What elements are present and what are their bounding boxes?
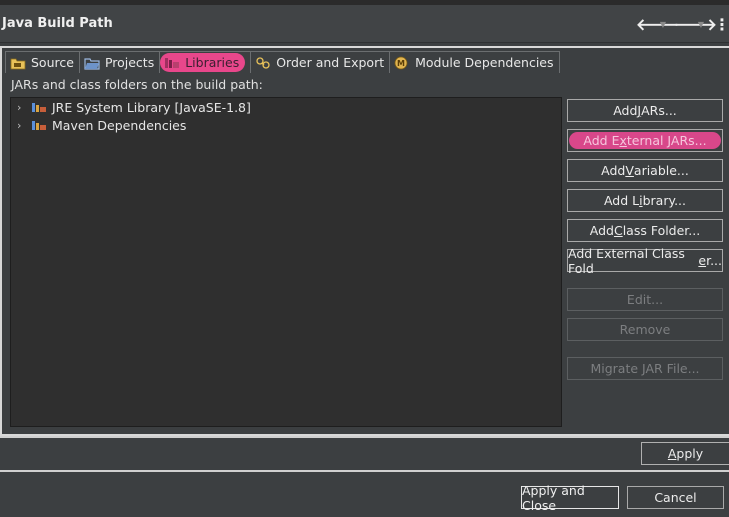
tab-projects[interactable]: Projects: [78, 51, 161, 73]
divider: [0, 436, 729, 438]
tree-item-label: Maven Dependencies: [52, 117, 187, 133]
chevron-down-icon[interactable]: ▼: [694, 20, 708, 29]
add-class-folder-button[interactable]: Add Class Folder...: [567, 219, 723, 242]
button-label: r...: [706, 253, 722, 268]
button-label: Add: [601, 163, 626, 178]
module-icon: M: [394, 56, 410, 70]
back-menu-caret[interactable]: ▼: [656, 13, 670, 35]
chevron-right-icon[interactable]: ›: [17, 101, 31, 114]
tab-label: Module Dependencies: [415, 55, 554, 70]
dialog-footer: [0, 472, 729, 517]
back-arrow-icon[interactable]: 🡐: [636, 14, 679, 34]
order-export-icon: [255, 56, 271, 70]
chevron-right-icon[interactable]: ›: [17, 119, 31, 132]
add-external-jars-button[interactable]: Add External JARs...: [567, 129, 723, 152]
button-highlight: Add External JARs...: [569, 132, 721, 149]
build-path-panel: Source Projects Libraries Order and Expo…: [0, 46, 729, 436]
tab-module-dependencies[interactable]: M Module Dependencies: [389, 51, 560, 73]
remove-button: Remove: [567, 318, 723, 341]
tree-item-label: JRE System Library [JavaSE-1.8]: [52, 99, 251, 115]
source-folder-icon: [10, 56, 26, 70]
apply-and-close-button[interactable]: Apply and Close: [521, 483, 619, 513]
button-label: ternal JARs...: [626, 133, 707, 148]
button-label: ariable...: [633, 163, 689, 178]
mnemonic: A: [667, 446, 677, 461]
tab-label: Libraries: [185, 55, 240, 70]
tree-item-jre-system-library[interactable]: › JRE System Library [JavaSE-1.8]: [17, 98, 251, 116]
button-label: Add: [613, 103, 638, 118]
more-options-icon[interactable]: ⋮: [714, 15, 729, 34]
tab-order-and-export[interactable]: Order and Export: [250, 51, 391, 73]
add-external-class-folder-button[interactable]: Add External Class Fold e r...: [567, 246, 723, 276]
build-path-tree[interactable]: › JRE System Library [JavaSE-1.8] › Mave…: [10, 97, 562, 427]
library-icon: [31, 100, 47, 114]
svg-text:M: M: [397, 59, 405, 68]
tab-source[interactable]: Source: [5, 51, 80, 73]
button-label: ARs...: [641, 103, 677, 118]
mnemonic: V: [625, 163, 634, 178]
build-path-description: JARs and class folders on the build path…: [11, 77, 263, 92]
nav-back-group[interactable]: 🡐: [636, 13, 679, 35]
library-icon: [31, 118, 47, 132]
active-tab-highlight: Libraries: [160, 53, 246, 72]
button-label: Add: [589, 223, 614, 238]
migrate-jar-file-button: Migrate JAR File...: [567, 357, 723, 380]
button-label: lass Folder...: [622, 223, 701, 238]
projects-folder-icon: [84, 56, 100, 70]
mnemonic: C: [613, 223, 623, 238]
nav-forward-group[interactable]: 🡒: [674, 13, 717, 35]
apply-button[interactable]: Apply: [641, 442, 729, 465]
forward-menu-caret[interactable]: ▼: [694, 13, 708, 35]
title-bar: Java Build Path 🡐 ▼ 🡒 ▼ ⋮: [0, 5, 729, 43]
button-label: Add E: [583, 133, 620, 148]
tab-bar: Source Projects Libraries Order and Expo…: [5, 51, 560, 73]
add-variable-button[interactable]: Add Variable...: [567, 159, 723, 182]
view-menu-button[interactable]: ⋮: [714, 13, 729, 35]
add-library-button[interactable]: Add Li brary...: [567, 189, 723, 212]
button-label: Add L: [603, 193, 640, 208]
tree-item-maven-dependencies[interactable]: › Maven Dependencies: [17, 116, 186, 134]
button-label: pply: [676, 446, 704, 461]
button-label: brary...: [642, 193, 687, 208]
tab-label: Projects: [104, 55, 155, 70]
tab-label: Source: [31, 55, 74, 70]
tab-libraries[interactable]: Libraries: [159, 51, 252, 73]
libraries-icon: [164, 56, 180, 70]
tab-label: Order and Export: [276, 55, 385, 70]
mnemonic: e: [698, 253, 707, 268]
chevron-down-icon[interactable]: ▼: [656, 20, 670, 29]
forward-arrow-icon[interactable]: 🡒: [674, 14, 717, 34]
cancel-button[interactable]: Cancel: [627, 486, 724, 509]
edit-button: Edit...: [567, 288, 723, 311]
button-label: Add External Class Fold: [568, 245, 685, 276]
mnemonic: x: [619, 133, 627, 148]
add-jars-button[interactable]: Add J ARs...: [567, 99, 723, 122]
page-title: Java Build Path: [2, 16, 113, 31]
